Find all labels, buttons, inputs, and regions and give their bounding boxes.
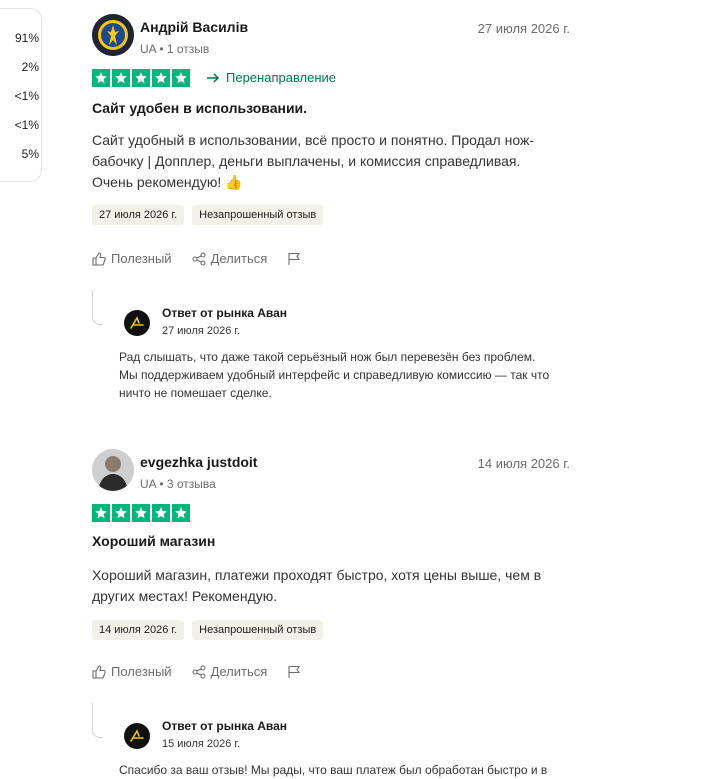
share-icon (192, 664, 206, 679)
star-icon (152, 504, 170, 522)
review-body-line: Очень рекомендую! 👍 (92, 174, 243, 190)
reply-title: Ответ от рынка Аван (162, 719, 288, 733)
share-button[interactable]: Делиться (192, 251, 268, 266)
review-date: 27 июля 2026 г. (477, 21, 570, 36)
star-icon (132, 69, 150, 87)
avatar-emblem-icon (92, 14, 134, 56)
redirect-label: Перенаправление (226, 70, 337, 85)
reply-bracket (92, 290, 103, 325)
star-icon (172, 504, 190, 522)
redirect-link[interactable]: Перенаправление (206, 70, 336, 85)
company-logo (124, 310, 150, 336)
reply-date: 15 июля 2026 г. (162, 738, 241, 750)
distribution-5-star-percent: 91% (14, 31, 39, 45)
review-body-line: бабочку | Допплер, деньги выплачены, и к… (92, 153, 521, 169)
star-rating (92, 504, 190, 522)
report-button[interactable] (287, 252, 301, 266)
distribution-3-star-percent: <1% (14, 89, 39, 103)
flag-icon (288, 665, 301, 678)
company-logo-icon (130, 729, 144, 742)
reply-text-line: Рад слышать, что даже такой серьёзный но… (119, 350, 536, 364)
avatar[interactable] (92, 449, 134, 491)
thumbs-up-icon (92, 251, 106, 266)
review-body: Хороший магазин, платежи проходят быстро… (92, 565, 562, 607)
review-actions: Полезный Делиться (92, 251, 301, 266)
star-icon (112, 69, 130, 87)
star-rating (92, 69, 190, 87)
reply-bracket (92, 703, 103, 738)
rating-distribution-panel: 91% 2% <1% <1% 5% (0, 8, 42, 182)
thumbs-up-icon (92, 664, 106, 679)
review-actions: Полезный Делиться (92, 664, 301, 679)
useful-button[interactable]: Полезный (92, 251, 172, 266)
share-button[interactable]: Делиться (192, 664, 268, 679)
report-button[interactable] (287, 665, 301, 679)
company-logo (124, 723, 150, 749)
reply-title: Ответ от рынка Аван (162, 306, 288, 320)
distribution-4-star-percent: 2% (21, 60, 39, 74)
share-icon (192, 251, 206, 266)
review-body-line: Хороший магазин, платежи проходят быстро… (92, 567, 542, 583)
useful-button[interactable]: Полезный (92, 664, 172, 679)
unsolicited-review-tag[interactable]: Незапрошенный отзыв (192, 620, 324, 640)
review-body: Сайт удобный в использовании, всё просто… (92, 130, 562, 193)
company-logo-icon (130, 316, 144, 329)
useful-label: Полезный (111, 664, 172, 679)
author-name[interactable]: Андрій Василів (140, 19, 248, 35)
distribution-2-star-percent: <1% (14, 118, 39, 132)
useful-label: Полезный (111, 251, 172, 266)
author-name[interactable]: evgezhka justdoit (140, 454, 257, 470)
date-of-experience-tag: 14 июля 2026 г. (92, 620, 185, 640)
reply-date: 27 июля 2026 г. (162, 325, 241, 337)
star-icon (172, 69, 190, 87)
reply-text-line: Мы поддерживаем удобный интерфейс и спра… (119, 368, 550, 382)
share-label: Делиться (210, 664, 268, 679)
star-icon (92, 504, 110, 522)
review-date: 14 июля 2026 г. (477, 456, 570, 471)
avatar[interactable] (92, 14, 134, 56)
flag-icon (288, 252, 301, 265)
review-body-line: других местах! Рекомендую. (92, 588, 278, 604)
company-reply: Ответ от рынка Аван 27 июля 2026 г. Рад … (92, 290, 570, 400)
unsolicited-review-tag[interactable]: Незапрошенный отзыв (192, 205, 324, 225)
reply-text: Спасибо за ваш отзыв! Мы рады, что ваш п… (119, 761, 564, 779)
review-card: Андрій Василів UA • 1 отзыв 27 июля 2026… (92, 14, 570, 404)
star-icon (112, 504, 130, 522)
distribution-1-star-percent: 5% (21, 147, 39, 161)
review-body-line: Сайт удобный в использовании, всё просто… (92, 132, 534, 148)
author-meta: UA • 3 отзыва (140, 477, 216, 491)
date-of-experience-tag: 27 июля 2026 г. (92, 205, 185, 225)
star-icon (132, 504, 150, 522)
share-label: Делиться (210, 251, 268, 266)
author-meta: UA • 1 отзыв (140, 42, 210, 56)
reply-text-line: Спасибо за ваш отзыв! Мы рады, что ваш п… (119, 763, 548, 777)
review-title[interactable]: Хороший магазин (92, 533, 215, 549)
review-title[interactable]: Сайт удобен в использовании. (92, 100, 307, 116)
review-tags: 14 июля 2026 г. Незапрошенный отзыв (92, 620, 324, 640)
star-icon (152, 69, 170, 87)
star-icon (92, 69, 110, 87)
company-reply: Ответ от рынка Аван 15 июля 2026 г. Спас… (92, 703, 570, 777)
redirect-arrow-icon (207, 72, 220, 83)
reply-text-line: ничто не помешает сделке. (119, 386, 272, 400)
review-card: evgezhka justdoit UA • 3 отзыва 14 июля … (92, 449, 570, 777)
reply-text: Рад слышать, что даже такой серьёзный но… (119, 348, 564, 402)
avatar-photo-icon (92, 449, 134, 491)
review-tags: 27 июля 2026 г. Незапрошенный отзыв (92, 205, 324, 225)
